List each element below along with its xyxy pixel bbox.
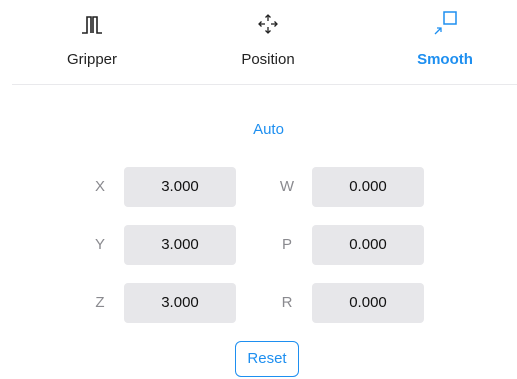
smooth-corner-icon <box>431 10 459 38</box>
z-value-field[interactable]: 3.000 <box>124 283 236 323</box>
smooth-settings-panel: Gripper Position Smooth Auto X 3.000 Y 3… <box>0 0 517 379</box>
w-axis-label: W <box>279 178 295 195</box>
reset-button[interactable]: Reset <box>235 341 299 377</box>
p-axis-label: P <box>281 236 292 253</box>
r-axis-label: R <box>281 294 293 311</box>
tab-gripper-label: Gripper <box>66 51 118 68</box>
y-value-field[interactable]: 3.000 <box>124 225 236 265</box>
tab-smooth-label: Smooth <box>417 51 473 68</box>
y-axis-label: Y <box>94 236 105 253</box>
p-value-field[interactable]: 0.000 <box>312 225 424 265</box>
tab-smooth[interactable]: Smooth <box>405 0 485 84</box>
gripper-icon <box>78 10 106 38</box>
r-value-field[interactable]: 0.000 <box>312 283 424 323</box>
move-arrows-icon <box>254 10 282 38</box>
x-axis-label: X <box>94 178 105 195</box>
smoothing-mode-link[interactable]: Auto <box>0 121 517 138</box>
tab-gripper[interactable]: Gripper <box>60 0 124 84</box>
x-value-field[interactable]: 3.000 <box>124 167 236 207</box>
tab-position[interactable]: Position <box>228 0 308 84</box>
tab-position-label: Position <box>241 51 295 68</box>
z-axis-label: Z <box>95 294 105 311</box>
tab-bar: Gripper Position Smooth <box>0 0 517 84</box>
w-value-field[interactable]: 0.000 <box>312 167 424 207</box>
tab-divider <box>12 84 517 85</box>
